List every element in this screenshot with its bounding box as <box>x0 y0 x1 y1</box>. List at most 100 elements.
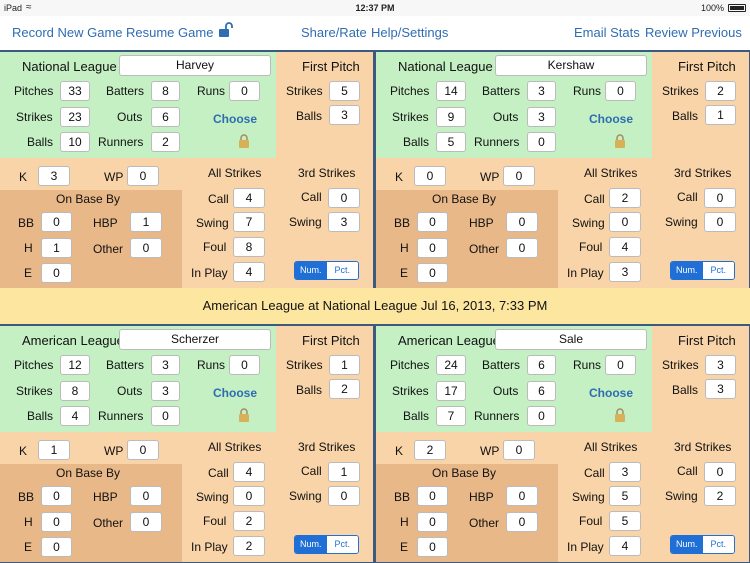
batters-label: Batters <box>482 84 521 98</box>
fp-strikes-value: 3 <box>705 355 736 375</box>
other-label: Other <box>469 242 500 256</box>
k-value: 3 <box>38 166 70 186</box>
num-pct-toggle[interactable]: Num. Pct. <box>670 535 735 554</box>
bb-value: 0 <box>417 486 448 506</box>
help-settings-button[interactable]: Help/Settings <box>371 25 448 40</box>
choose-button[interactable]: Choose <box>213 112 257 126</box>
first-pitch-heading: First Pitch <box>302 59 360 74</box>
lock-icon[interactable] <box>238 408 250 422</box>
call-value: 4 <box>233 462 265 482</box>
lock-icon[interactable] <box>614 134 626 148</box>
toolbar: Record New Game Resume Game Share/Rate H… <box>0 16 750 50</box>
num-segment[interactable]: Num. <box>295 262 327 279</box>
hbp-value: 0 <box>506 486 538 506</box>
wp-value: 0 <box>503 166 535 186</box>
choose-button[interactable]: Choose <box>589 112 633 126</box>
choose-button[interactable]: Choose <box>589 386 633 400</box>
swing-label: Swing <box>572 490 605 504</box>
choose-button[interactable]: Choose <box>213 386 257 400</box>
all-strikes-heading: All Strikes <box>584 440 638 454</box>
ts-swing-value: 0 <box>704 212 736 232</box>
wp-label: WP <box>480 444 500 458</box>
status-bar: iPad ≈ 12:37 PM 100% <box>0 0 750 16</box>
fp-balls-value: 3 <box>329 105 360 125</box>
runs-label: Runs <box>197 358 226 372</box>
pitcher-name[interactable]: Sale <box>495 329 647 350</box>
pitcher-name[interactable]: Kershaw <box>495 55 647 76</box>
call-value: 3 <box>609 462 641 482</box>
runs-label: Runs <box>573 358 602 372</box>
bb-value: 0 <box>417 212 448 232</box>
fp-balls-label: Balls <box>672 109 699 123</box>
num-pct-toggle[interactable]: Num. Pct. <box>670 261 735 280</box>
on-base-by-heading: On Base By <box>432 466 497 480</box>
batters-value: 8 <box>151 81 180 101</box>
h-label: H <box>24 515 33 529</box>
swing-value: 5 <box>609 486 641 506</box>
outs-value: 6 <box>151 107 180 127</box>
call-value: 2 <box>609 188 641 208</box>
unlock-icon[interactable] <box>218 22 234 38</box>
pitcher-name[interactable]: Harvey <box>119 55 271 76</box>
pct-segment[interactable]: Pct. <box>326 536 358 553</box>
ts-call-label: Call <box>677 190 698 204</box>
in-play-value: 2 <box>233 536 265 556</box>
all-strikes-heading: All Strikes <box>584 166 638 180</box>
foul-value: 4 <box>609 237 641 257</box>
foul-value: 5 <box>609 511 641 531</box>
ts-call-label: Call <box>301 464 322 478</box>
outs-label: Outs <box>493 110 519 124</box>
num-pct-toggle[interactable]: Num. Pct. <box>294 261 359 280</box>
resume-game-button[interactable]: Resume Game <box>126 25 213 40</box>
stats-grid: National League Harvey First Pitch Pitch… <box>0 50 750 563</box>
record-new-game-button[interactable]: Record New Game <box>12 25 123 40</box>
lock-icon[interactable] <box>238 134 250 148</box>
num-segment[interactable]: Num. <box>295 536 327 553</box>
battery-percent: 100% <box>700 3 724 13</box>
league-label: American League <box>398 333 500 348</box>
league-label: National League <box>22 59 117 74</box>
foul-label: Foul <box>579 514 603 528</box>
num-segment[interactable]: Num. <box>671 262 703 279</box>
on-base-by-heading: On Base By <box>432 192 497 206</box>
pitcher-panel-1: National League Harvey First Pitch Pitch… <box>0 52 373 288</box>
hbp-value: 0 <box>130 486 162 506</box>
all-strikes-heading: All Strikes <box>208 166 262 180</box>
call-label: Call <box>584 192 605 206</box>
e-label: E <box>400 540 409 554</box>
foul-label: Foul <box>579 240 603 254</box>
pct-segment[interactable]: Pct. <box>702 536 734 553</box>
num-pct-toggle[interactable]: Num. Pct. <box>294 535 359 554</box>
pitches-value: 33 <box>60 81 90 101</box>
pitches-label: Pitches <box>390 358 430 372</box>
pct-segment[interactable]: Pct. <box>702 262 734 279</box>
lock-icon[interactable] <box>614 408 626 422</box>
strikes-label: Strikes <box>16 110 53 124</box>
num-segment[interactable]: Num. <box>671 536 703 553</box>
batters-value: 3 <box>527 81 556 101</box>
runners-value: 0 <box>527 406 556 426</box>
email-stats-button[interactable]: Email Stats <box>574 25 640 40</box>
h-value: 0 <box>417 512 448 532</box>
in-play-value: 3 <box>609 262 641 282</box>
in-play-label: In Play <box>567 266 604 280</box>
ts-swing-value: 3 <box>328 212 360 232</box>
hbp-label: HBP <box>93 490 118 504</box>
h-label: H <box>400 515 409 529</box>
e-label: E <box>400 266 409 280</box>
pitcher-panel-3: American League Scherzer First Pitch Pit… <box>0 326 373 562</box>
review-previous-button[interactable]: Review Previous <box>645 25 742 40</box>
batters-label: Batters <box>106 358 145 372</box>
pitcher-name[interactable]: Scherzer <box>119 329 271 350</box>
batters-label: Batters <box>106 84 145 98</box>
call-label: Call <box>208 466 229 480</box>
strikes-label: Strikes <box>16 384 53 398</box>
balls-label: Balls <box>403 135 430 149</box>
hbp-label: HBP <box>469 490 494 504</box>
wp-label: WP <box>104 444 124 458</box>
ts-call-value: 1 <box>328 462 360 482</box>
pct-segment[interactable]: Pct. <box>326 262 358 279</box>
runners-label: Runners <box>474 135 520 149</box>
balls-value: 5 <box>436 132 466 152</box>
share-rate-button[interactable]: Share/Rate <box>301 25 367 40</box>
